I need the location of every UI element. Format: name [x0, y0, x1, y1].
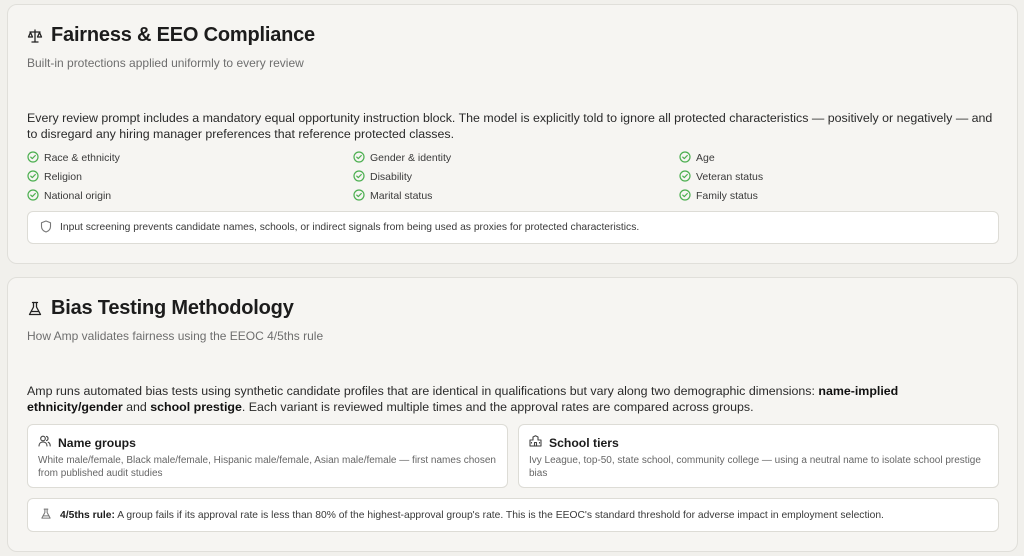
screening-note-text: Input screening prevents candidate names…: [60, 222, 640, 233]
check-circle-icon: [353, 188, 365, 204]
characteristic-label: Race & ethnicity: [44, 152, 120, 164]
characteristic-label: Age: [696, 152, 715, 164]
bias-testing-card: Bias Testing Methodology How Amp validat…: [7, 277, 1018, 552]
fairness-description: Every review prompt includes a mandatory…: [27, 111, 993, 141]
school-tiers-description: Ivy League, top-50, state school, commun…: [529, 455, 981, 479]
characteristic-item: Gender & identity: [353, 150, 679, 166]
desc-part2: and: [122, 400, 151, 414]
name-groups-header: Name groups: [38, 435, 497, 450]
characteristic-item: Family status: [679, 188, 1005, 204]
name-groups-card: Name groups White male/female, Black mal…: [27, 424, 508, 488]
check-circle-icon: [27, 188, 39, 204]
desc-part1: Amp runs automated bias tests using synt…: [27, 384, 819, 398]
characteristic-label: Marital status: [370, 190, 433, 202]
fairness-title-row: Fairness & EEO Compliance: [27, 24, 315, 47]
flask-icon: [40, 508, 52, 523]
bias-testing-subtitle: How Amp validates fairness using the EEO…: [27, 329, 324, 343]
scale-icon: [27, 28, 43, 44]
check-circle-icon: [679, 188, 691, 204]
characteristic-item: Race & ethnicity: [27, 150, 353, 166]
characteristic-item: Religion: [27, 169, 353, 185]
characteristic-label: Religion: [44, 171, 82, 183]
desc-part3: . Each variant is reviewed multiple time…: [241, 400, 754, 414]
check-circle-icon: [353, 150, 365, 166]
shield-icon: [40, 219, 52, 236]
four-fifths-rule-label: 4/5ths rule:: [60, 509, 115, 521]
school-tiers-header: School tiers: [529, 435, 988, 450]
protected-characteristics-list: Race & ethnicity Gender & identity Age Reli…: [27, 150, 1007, 204]
bias-title-row: Bias Testing Methodology: [27, 297, 294, 320]
four-fifths-rule-note: 4/5ths rule: A group fails if its approv…: [27, 498, 999, 532]
fairness-title: Fairness & EEO Compliance: [51, 24, 315, 46]
check-circle-icon: [353, 169, 365, 185]
school-icon: [529, 435, 542, 450]
characteristic-label: National origin: [44, 190, 112, 202]
users-icon: [38, 435, 51, 450]
fairness-card: Fairness & EEO Compliance Built-in prote…: [7, 4, 1018, 264]
four-fifths-rule-body: A group fails if its approval rate is le…: [114, 509, 884, 521]
characteristic-item: Age: [679, 150, 1005, 166]
name-groups-title: Name groups: [58, 435, 136, 450]
characteristic-label: Family status: [696, 190, 758, 202]
school-tiers-card: School tiers Ivy League, top-50, state s…: [518, 424, 999, 488]
characteristic-item: Disability: [353, 169, 679, 185]
characteristic-item: Veteran status: [679, 169, 1005, 185]
characteristic-label: Veteran status: [696, 171, 764, 183]
characteristic-label: Gender & identity: [370, 152, 452, 164]
school-tiers-title: School tiers: [549, 435, 619, 450]
name-groups-description: White male/female, Black male/female, Hi…: [38, 455, 496, 479]
desc-bold-school-prestige: school prestige: [150, 400, 242, 414]
characteristic-item: National origin: [27, 188, 353, 204]
check-circle-icon: [27, 150, 39, 166]
characteristic-label: Disability: [370, 171, 413, 183]
bias-testing-description: Amp runs automated bias tests using synt…: [27, 383, 997, 415]
four-fifths-rule-text: 4/5ths rule: A group fails if its approv…: [60, 510, 884, 521]
bias-testing-title: Bias Testing Methodology: [51, 297, 294, 319]
characteristic-item: Marital status: [353, 188, 679, 204]
check-circle-icon: [27, 169, 39, 185]
check-circle-icon: [679, 150, 691, 166]
check-circle-icon: [679, 169, 691, 185]
flask-icon: [27, 301, 43, 317]
screening-note: Input screening prevents candidate names…: [27, 211, 999, 244]
fairness-subtitle: Built-in protections applied uniformly t…: [27, 56, 304, 70]
